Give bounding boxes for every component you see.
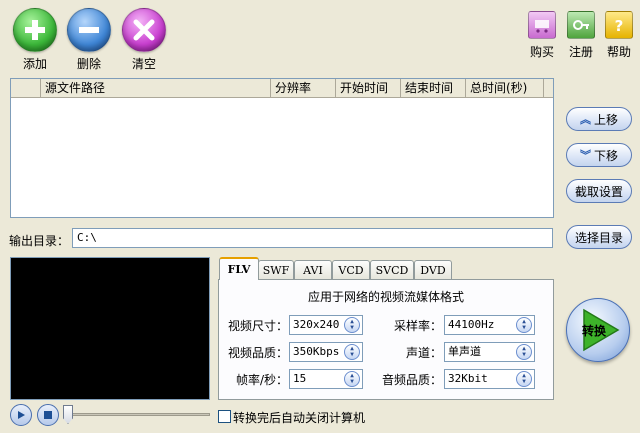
- add-button[interactable]: 添加: [10, 8, 60, 72]
- spin-arrows-icon: ▲ ▼: [344, 371, 360, 387]
- tab-flv[interactable]: FLV: [219, 257, 259, 280]
- audio-quality-label: 音频品质：: [381, 373, 442, 387]
- file-list[interactable]: 源文件路径 分辨率 开始时间 结束时间 总时间(秒): [10, 78, 554, 218]
- audio-quality-select[interactable]: 32Kbit ▲ ▼: [444, 369, 535, 389]
- key-icon: [567, 11, 595, 39]
- spin-arrows-icon: ▲ ▼: [516, 317, 532, 333]
- minus-icon: [67, 8, 111, 52]
- video-size-label: 视频尺寸：: [227, 319, 288, 333]
- convert-button[interactable]: 转换: [566, 298, 630, 362]
- help-button[interactable]: ? 帮助: [601, 11, 637, 61]
- capture-settings-button[interactable]: 截取设置: [566, 179, 632, 203]
- move-up-button[interactable]: ︽ 上移: [566, 107, 632, 131]
- spin-arrows-icon: ▲ ▼: [344, 344, 360, 360]
- video-size-select[interactable]: 320x240 ▲ ▼: [289, 315, 363, 335]
- buy-button[interactable]: 购买: [524, 11, 560, 61]
- tab-dvd[interactable]: DVD: [414, 260, 452, 279]
- select-directory-label: 选择目录: [574, 230, 623, 245]
- video-quality-value: 350Kbps: [293, 345, 340, 358]
- help-label: 帮助: [606, 45, 631, 59]
- add-label: 添加: [22, 57, 47, 71]
- spin-arrows-icon: ▲ ▼: [516, 371, 532, 387]
- capture-settings-label: 截取设置: [574, 184, 623, 199]
- auto-shutdown-checkbox[interactable]: [218, 410, 231, 423]
- spin-arrows-icon: ▲ ▼: [516, 344, 532, 360]
- register-button[interactable]: 注册: [563, 11, 599, 61]
- fps-select[interactable]: 15 ▲ ▼: [289, 369, 363, 389]
- delete-button[interactable]: 删除: [64, 8, 114, 72]
- column-header-end-time[interactable]: 结束时间: [401, 79, 466, 97]
- channel-label: 声道：: [405, 346, 442, 360]
- tab-avi[interactable]: AVI: [294, 260, 332, 279]
- delete-label: 删除: [76, 57, 101, 71]
- stop-button[interactable]: [37, 404, 59, 426]
- register-label: 注册: [568, 45, 593, 59]
- play-icon: [18, 411, 25, 419]
- select-directory-button[interactable]: 选择目录: [566, 225, 632, 249]
- sample-rate-label: 采样率：: [393, 319, 442, 333]
- sample-rate-select[interactable]: 44100Hz ▲ ▼: [444, 315, 535, 335]
- clear-button[interactable]: 清空: [119, 8, 169, 72]
- output-dir-label: 输出目录：: [9, 234, 70, 248]
- fps-label: 帧率/秒：: [235, 373, 288, 387]
- seek-slider-track[interactable]: [66, 413, 210, 416]
- seek-slider-thumb[interactable]: [63, 405, 73, 424]
- fps-value: 15: [293, 372, 307, 385]
- sample-rate-value: 44100Hz: [448, 318, 495, 331]
- svg-text:?: ?: [615, 17, 624, 34]
- move-up-label: 上移: [593, 112, 618, 127]
- move-down-label: 下移: [593, 148, 618, 163]
- channel-value: 单声道: [448, 345, 481, 358]
- spin-arrows-icon: ▲ ▼: [344, 317, 360, 333]
- auto-shutdown-label: 转换完后自动关闭计算机: [233, 411, 366, 425]
- audio-quality-value: 32Kbit: [448, 372, 488, 385]
- question-icon: ?: [605, 11, 633, 39]
- tab-svcd[interactable]: SVCD: [370, 260, 414, 279]
- channel-select[interactable]: 单声道 ▲ ▼: [444, 342, 535, 362]
- column-header-start-time[interactable]: 开始时间: [336, 79, 401, 97]
- output-dir-input[interactable]: C:\: [72, 228, 553, 248]
- play-button[interactable]: [10, 404, 32, 426]
- video-preview: [10, 257, 210, 400]
- clear-label: 清空: [131, 57, 156, 71]
- video-quality-label: 视频品质：: [227, 346, 288, 360]
- tab-vcd[interactable]: VCD: [332, 260, 370, 279]
- tab-swf[interactable]: SWF: [258, 260, 294, 279]
- column-header-resolution[interactable]: 分辨率: [271, 79, 336, 97]
- buy-label: 购买: [529, 45, 554, 59]
- plus-icon: [13, 8, 57, 52]
- stop-icon: [44, 411, 52, 419]
- cart-icon: [528, 11, 556, 39]
- move-down-button[interactable]: ︾ 下移: [566, 143, 632, 167]
- double-chevron-down-icon: ︾: [579, 148, 591, 162]
- column-header-index[interactable]: [11, 79, 41, 97]
- column-header-total-time[interactable]: 总时间(秒): [466, 79, 544, 97]
- format-description: 应用于网络的视频流媒体格式: [307, 290, 464, 304]
- convert-label: 转换: [582, 324, 607, 338]
- file-list-header: 源文件路径 分辨率 开始时间 结束时间 总时间(秒): [11, 79, 553, 98]
- column-header-source-path[interactable]: 源文件路径: [41, 79, 271, 97]
- double-chevron-up-icon: ︽: [579, 112, 591, 126]
- video-quality-select[interactable]: 350Kbps ▲ ▼: [289, 342, 363, 362]
- x-icon: [122, 8, 166, 52]
- video-size-value: 320x240: [293, 318, 340, 331]
- arrow-right-icon: 转换: [574, 306, 622, 354]
